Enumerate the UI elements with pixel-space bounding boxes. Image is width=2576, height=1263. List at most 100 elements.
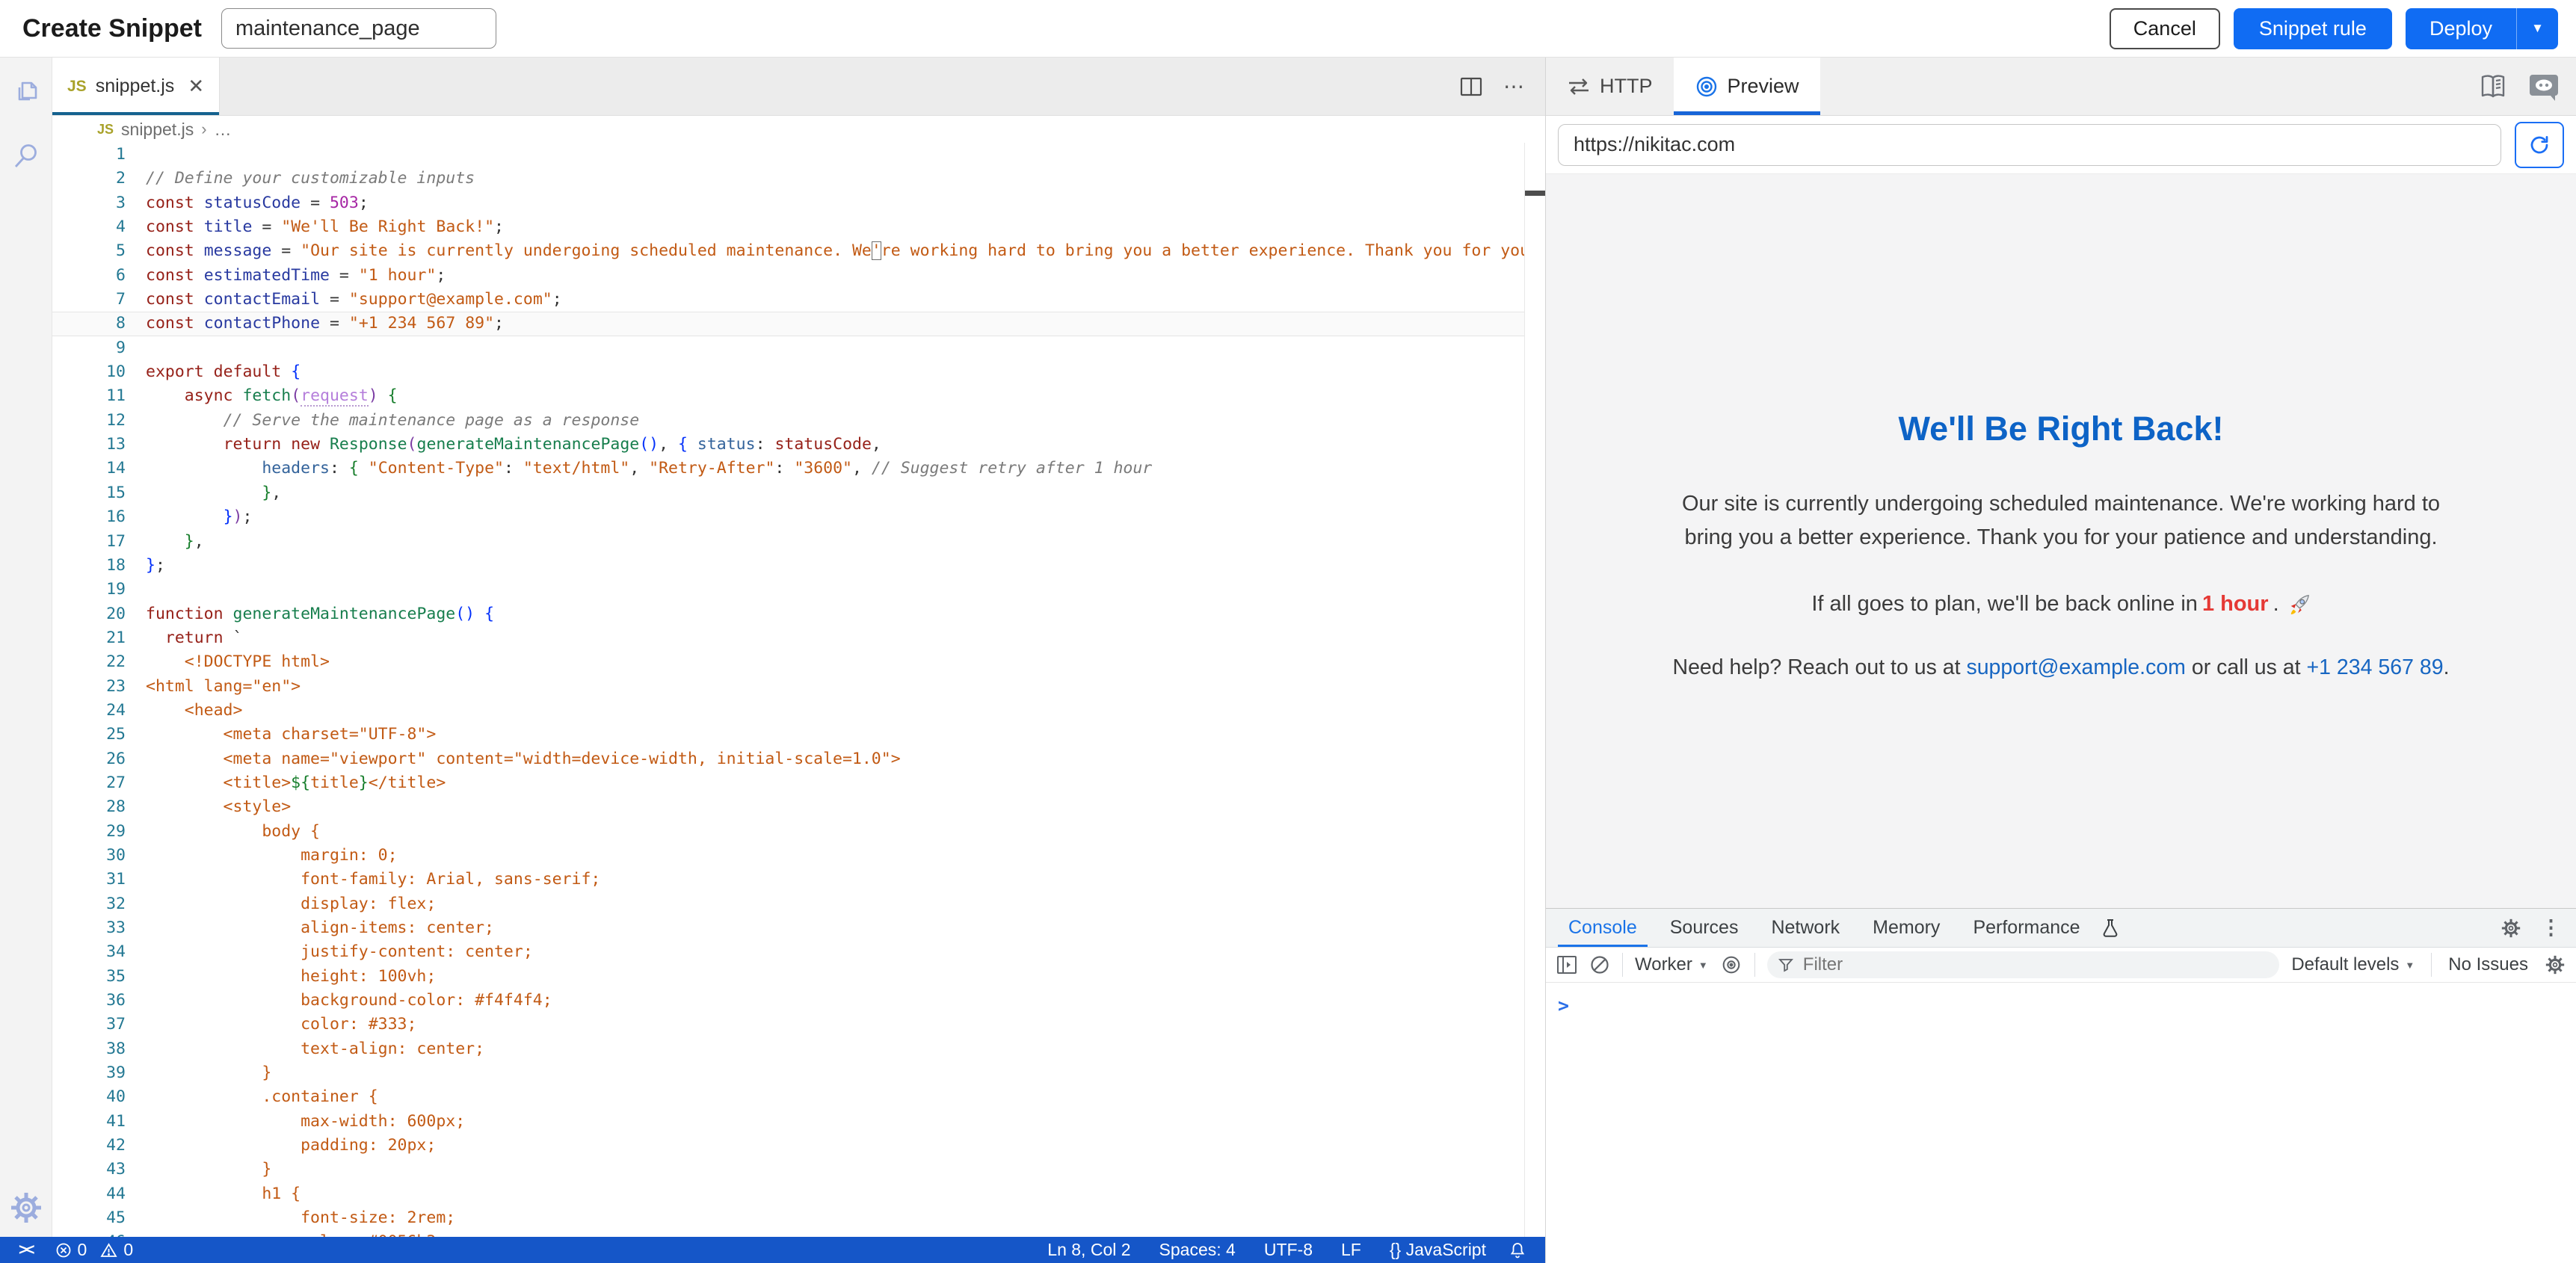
- line-number: 23: [52, 675, 146, 699]
- settings-gear-icon[interactable]: [9, 1191, 43, 1225]
- code-line[interactable]: 44 h1 {: [52, 1182, 1545, 1206]
- status-item[interactable]: Spaces: 4: [1159, 1240, 1236, 1260]
- code-line[interactable]: 1: [52, 143, 1545, 167]
- code-line[interactable]: 14 headers: { "Content-Type": "text/html…: [52, 457, 1545, 481]
- code-line[interactable]: 29 body {: [52, 820, 1545, 844]
- code-line[interactable]: 34 justify-content: center;: [52, 940, 1545, 964]
- search-icon[interactable]: [9, 138, 43, 173]
- devtools-tab-console[interactable]: Console: [1552, 909, 1654, 947]
- code-editor[interactable]: 12// Define your customizable inputs3con…: [52, 143, 1545, 1237]
- code-line[interactable]: 4const title = "We'll Be Right Back!";: [52, 215, 1545, 239]
- community-chat-icon[interactable]: [2528, 71, 2560, 102]
- cancel-button[interactable]: Cancel: [2110, 8, 2220, 49]
- remote-indicator-icon[interactable]: ><: [19, 1241, 33, 1259]
- code-line[interactable]: 3const statusCode = 503;: [52, 191, 1545, 215]
- docs-book-icon[interactable]: [2477, 72, 2509, 101]
- code-line[interactable]: 43 }: [52, 1158, 1545, 1182]
- context-selector[interactable]: Worker ▼: [1635, 954, 1708, 975]
- breadcrumb-more[interactable]: …: [215, 120, 232, 140]
- deploy-dropdown-button[interactable]: ▼: [2516, 8, 2558, 49]
- code-line[interactable]: 39 }: [52, 1061, 1545, 1085]
- code-line[interactable]: 38 text-align: center;: [52, 1037, 1545, 1061]
- code-line[interactable]: 24 <head>: [52, 699, 1545, 723]
- log-levels-dropdown[interactable]: Default levels ▼: [2291, 954, 2415, 975]
- code-line[interactable]: 8const contactPhone = "+1 234 567 89";: [52, 312, 1545, 336]
- code-line[interactable]: 32 display: flex;: [52, 892, 1545, 916]
- devtools-tab-sources[interactable]: Sources: [1654, 909, 1755, 947]
- code-line[interactable]: 26 <meta name="viewport" content="width=…: [52, 747, 1545, 771]
- problems-status[interactable]: 0 0: [55, 1240, 134, 1260]
- preview-url-input[interactable]: [1558, 124, 2501, 166]
- issues-status[interactable]: No Issues: [2448, 954, 2528, 975]
- code-line[interactable]: 9: [52, 336, 1545, 360]
- code-line[interactable]: 20function generateMaintenancePage() {: [52, 602, 1545, 626]
- snippet-name-input[interactable]: [221, 8, 496, 49]
- close-tab-icon[interactable]: ✕: [188, 75, 204, 98]
- overview-ruler[interactable]: [1524, 143, 1545, 1237]
- code-line[interactable]: 17 },: [52, 530, 1545, 554]
- status-item[interactable]: Ln 8, Col 2: [1047, 1240, 1130, 1260]
- support-email-link[interactable]: support@example.com: [1966, 655, 2185, 679]
- code-line[interactable]: 30 margin: 0;: [52, 844, 1545, 868]
- breadcrumb[interactable]: JS snippet.js › …: [52, 116, 1545, 143]
- console-sidebar-icon[interactable]: [1556, 955, 1577, 975]
- console-settings-gear-icon[interactable]: [2545, 954, 2566, 975]
- devtools-tab-memory[interactable]: Memory: [1856, 909, 1956, 947]
- code-line[interactable]: 7const contactEmail = "support@example.c…: [52, 288, 1545, 312]
- status-item[interactable]: UTF-8: [1264, 1240, 1313, 1260]
- phone-link[interactable]: +1 234 567 89: [2307, 655, 2444, 679]
- code-line[interactable]: 22 <!DOCTYPE html>: [52, 650, 1545, 674]
- status-item[interactable]: {} JavaScript: [1390, 1240, 1486, 1260]
- code-line[interactable]: 21 return `: [52, 626, 1545, 650]
- snippet-rule-button[interactable]: Snippet rule: [2234, 8, 2392, 49]
- split-editor-icon[interactable]: [1460, 76, 1482, 97]
- code-line[interactable]: 40 .container {: [52, 1085, 1545, 1109]
- code-line[interactable]: 36 background-color: #f4f4f4;: [52, 989, 1545, 1013]
- devtools-menu-kebab-icon[interactable]: ⋮: [2541, 916, 2561, 939]
- tab-preview[interactable]: Preview: [1674, 58, 1820, 115]
- code-line[interactable]: 28 <style>: [52, 795, 1545, 819]
- console-prompt[interactable]: >: [1558, 995, 1569, 1016]
- code-line[interactable]: 19: [52, 578, 1545, 602]
- code-line[interactable]: 33 align-items: center;: [52, 916, 1545, 940]
- code-line[interactable]: 42 padding: 20px;: [52, 1134, 1545, 1158]
- code-line[interactable]: 23<html lang="en">: [52, 675, 1545, 699]
- line-number: 11: [52, 384, 146, 408]
- deploy-button[interactable]: Deploy: [2406, 8, 2516, 49]
- status-item[interactable]: LF: [1341, 1240, 1361, 1260]
- console-output[interactable]: >: [1546, 983, 2576, 1016]
- line-number: 4: [52, 215, 146, 239]
- code-line[interactable]: 45 font-size: 2rem;: [52, 1206, 1545, 1230]
- code-line[interactable]: 35 height: 100vh;: [52, 965, 1545, 989]
- filter-input[interactable]: [1802, 954, 2247, 976]
- code-line[interactable]: 25 <meta charset="UTF-8">: [52, 723, 1545, 747]
- code-line[interactable]: 6const estimatedTime = "1 hour";: [52, 264, 1545, 288]
- tab-http[interactable]: HTTP: [1546, 58, 1674, 115]
- code-line[interactable]: 5const message = "Our site is currently …: [52, 239, 1545, 263]
- notifications-bell-icon[interactable]: [1509, 1241, 1526, 1259]
- more-actions-icon[interactable]: ⋯: [1503, 74, 1526, 99]
- code-line[interactable]: 10export default {: [52, 360, 1545, 384]
- clear-console-icon[interactable]: [1589, 954, 1610, 975]
- devtools-tab-performance[interactable]: Performance: [1956, 909, 2096, 947]
- code-line[interactable]: 16 });: [52, 505, 1545, 529]
- code-line[interactable]: 2// Define your customizable inputs: [52, 167, 1545, 191]
- code-line[interactable]: 37 color: #333;: [52, 1013, 1545, 1037]
- code-line[interactable]: 13 return new Response(generateMaintenan…: [52, 433, 1545, 457]
- editor-tab-snippet-js[interactable]: JS snippet.js ✕: [52, 58, 220, 115]
- code-line[interactable]: 41 max-width: 600px;: [52, 1110, 1545, 1134]
- devtools-tab-network[interactable]: Network: [1754, 909, 1856, 947]
- console-filter[interactable]: [1767, 951, 2280, 978]
- files-icon[interactable]: [9, 75, 43, 110]
- breadcrumb-file[interactable]: snippet.js: [121, 120, 194, 140]
- code-line[interactable]: 46 color: #0056b3;: [52, 1230, 1545, 1237]
- code-line[interactable]: 11 async fetch(request) {: [52, 384, 1545, 408]
- code-line[interactable]: 27 <title>${title}</title>: [52, 771, 1545, 795]
- live-expression-eye-icon[interactable]: [1720, 954, 1743, 976]
- refresh-button[interactable]: [2515, 122, 2564, 168]
- devtools-settings-gear-icon[interactable]: [2500, 918, 2521, 939]
- code-line[interactable]: 15 },: [52, 481, 1545, 505]
- code-line[interactable]: 31 font-family: Arial, sans-serif;: [52, 868, 1545, 892]
- code-line[interactable]: 12 // Serve the maintenance page as a re…: [52, 409, 1545, 433]
- code-line[interactable]: 18};: [52, 554, 1545, 578]
